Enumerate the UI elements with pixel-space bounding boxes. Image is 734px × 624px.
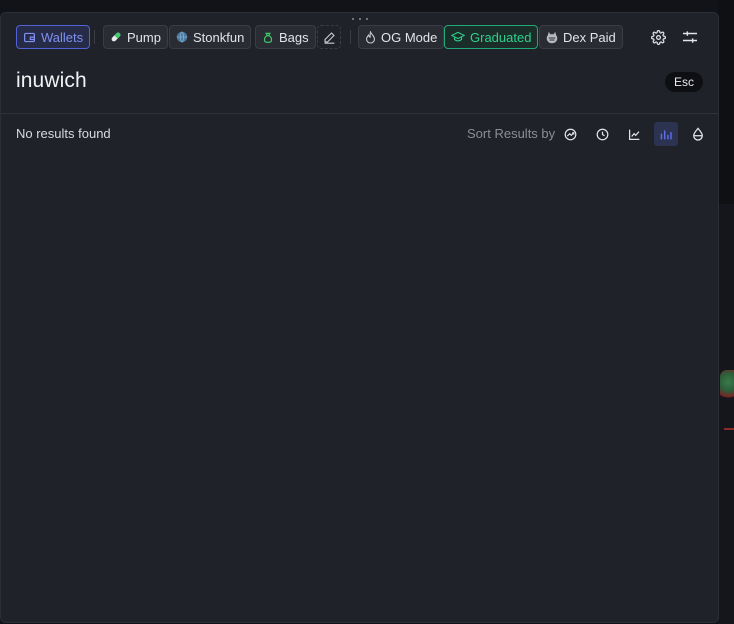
bags-filter-chip[interactable]: Bags [255,25,316,49]
graduation-cap-icon [451,31,465,42]
graduated-filter-chip[interactable]: Graduated [444,25,539,49]
sort-liquidity-button[interactable] [686,122,710,146]
dex-screener-icon [546,31,558,43]
gear-icon [650,29,666,45]
esc-close-button[interactable]: Esc [665,72,703,92]
search-modal: Wallets Pump Stonkfun Bags OG Mode Gradu… [0,12,719,623]
dex-paid-filter-chip[interactable]: Dex Paid [539,25,623,49]
drag-handle[interactable] [352,16,368,22]
stonkfun-filter-chip[interactable]: Stonkfun [169,25,252,49]
droplet-icon [693,127,703,141]
pill-icon [111,32,121,42]
og-mode-chip-label: OG Mode [381,29,438,45]
sort-volume-button[interactable] [654,122,678,146]
toolbar-separator [94,30,95,44]
background-indicator [724,428,734,430]
stonkfun-chip-label: Stonkfun [193,29,245,45]
bags-chip-label: Bags [279,29,309,45]
sliders-icon [683,31,697,43]
sort-trending-button[interactable] [558,122,582,146]
line-chart-icon [628,129,639,140]
money-bag-icon [263,32,273,43]
bar-chart-icon [660,129,672,139]
pump-chip-label: Pump [127,29,161,45]
toolbar-separator [350,30,351,44]
background-panel [718,204,734,624]
search-query[interactable]: inuwich [16,69,87,93]
dex-paid-chip-label: Dex Paid [563,29,616,45]
results-status-text: No results found [16,126,111,141]
sort-market-cap-button[interactable] [622,122,646,146]
flame-icon [366,30,375,44]
clock-icon [596,128,608,140]
filter-settings-button[interactable] [678,25,702,49]
wallets-chip-label: Wallets [41,29,84,45]
graduated-chip-label: Graduated [470,29,532,45]
pencil-icon [323,31,335,44]
filter-toolbar: Wallets Pump Stonkfun Bags OG Mode Gradu… [16,25,718,49]
wallet-icon [24,32,35,42]
sort-results-label: Sort Results by [467,126,556,141]
stonkfun-globe-icon [176,31,188,43]
background-token-avatar [720,370,734,400]
sort-age-button[interactable] [590,122,614,146]
pump-filter-chip[interactable]: Pump [103,25,168,49]
edit-filters-button[interactable] [317,25,341,49]
header-divider [1,113,718,114]
settings-button[interactable] [646,25,670,49]
og-mode-filter-chip[interactable]: OG Mode [358,25,445,49]
trending-icon [564,128,576,140]
wallets-filter-chip[interactable]: Wallets [16,25,91,49]
